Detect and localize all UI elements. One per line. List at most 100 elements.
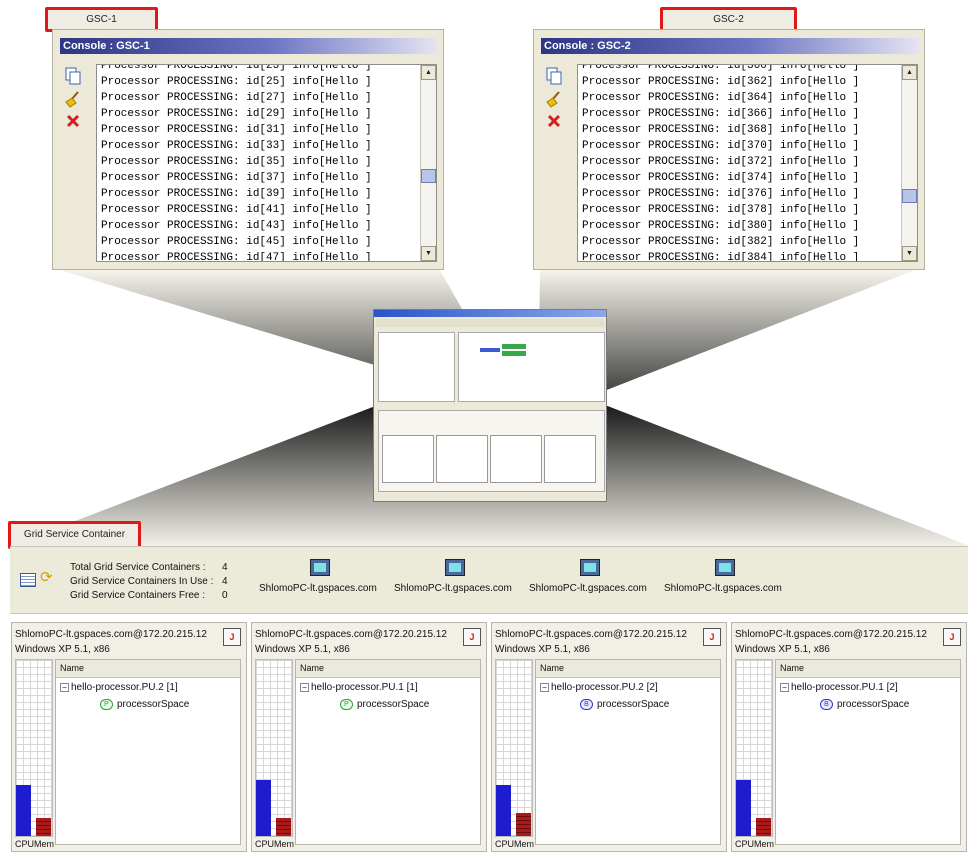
computer-icon[interactable] <box>715 559 735 576</box>
computer-icon[interactable] <box>580 559 600 576</box>
gsc-card[interactable]: ShlomoPC-lt.gspaces.com@172.20.215.12 Wi… <box>11 622 247 852</box>
free-gsc-label: Grid Service Containers Free : <box>70 590 206 601</box>
java-icon: J <box>943 628 961 646</box>
console-line: Processor PROCESSING: id[45] info[Hello … <box>101 236 372 248</box>
scroll-up-button[interactable]: ▲ <box>902 65 917 80</box>
card-os: Windows XP 5.1, x86 <box>255 644 350 655</box>
meter-label: CPUMem <box>495 839 535 849</box>
cpu-bar <box>496 785 511 836</box>
meter-label: CPUMem <box>735 839 775 849</box>
total-gsc-value: 4 <box>222 562 228 573</box>
console-line: Processor PROCESSING: id[23] info[Hello … <box>101 64 372 72</box>
mem-bar <box>276 818 291 836</box>
vertical-scrollbar[interactable]: ▲ ▼ <box>901 65 917 261</box>
gsc-card[interactable]: ShlomoPC-lt.gspaces.com@172.20.215.12 Wi… <box>731 622 967 852</box>
console-output[interactable]: Processor PROCESSING: id[360] info[Hello… <box>577 64 918 262</box>
console-line: Processor PROCESSING: id[372] info[Hello… <box>582 156 860 168</box>
console-line: Processor PROCESSING: id[384] info[Hello… <box>582 252 860 262</box>
host-label[interactable]: ShlomoPC-lt.gspaces.com <box>664 583 782 594</box>
copy-icon[interactable] <box>545 67 563 85</box>
host-label[interactable]: ShlomoPC-lt.gspaces.com <box>394 583 512 594</box>
copy-icon[interactable] <box>64 67 82 85</box>
pu-label: hello-processor.PU.2 [2] <box>551 682 658 693</box>
pu-tree: Name − hello-processor.PU.1 [2] Bprocesso… <box>775 659 961 845</box>
collapse-icon[interactable]: − <box>300 682 309 692</box>
console-window-gsc-2: Console : GSC-2 Processor PROCESSING: id… <box>533 29 925 270</box>
console-line: Processor PROCESSING: id[41] info[Hello … <box>101 204 372 216</box>
java-icon: J <box>463 628 481 646</box>
console-line: Processor PROCESSING: id[33] info[Hello … <box>101 140 372 152</box>
console-title: Console : GSC-1 <box>60 38 438 54</box>
overview-thumbnail <box>373 309 607 502</box>
tree-column-header: Name <box>536 660 720 678</box>
thumbnail-card <box>436 435 488 483</box>
tree-row-pu[interactable]: − hello-processor.PU.2 [2] <box>540 682 658 693</box>
cpu-mem-meter <box>495 659 533 837</box>
console-line: Processor PROCESSING: id[360] info[Hello… <box>582 64 860 72</box>
broom-icon[interactable] <box>64 90 82 108</box>
java-icon: J <box>223 628 241 646</box>
console-line: Processor PROCESSING: id[376] info[Hello… <box>582 188 860 200</box>
console-title: Console : GSC-2 <box>541 38 919 54</box>
scroll-down-button[interactable]: ▼ <box>421 246 436 261</box>
thumbnail-node <box>502 344 526 349</box>
host-label[interactable]: ShlomoPC-lt.gspaces.com <box>259 583 377 594</box>
gsc-card[interactable]: ShlomoPC-lt.gspaces.com@172.20.215.12 Wi… <box>251 622 487 852</box>
tree-row-space[interactable]: PprocessorSpace <box>340 699 429 710</box>
computer-icon[interactable] <box>310 559 330 576</box>
scroll-thumb[interactable] <box>421 169 436 183</box>
computer-icon[interactable] <box>445 559 465 576</box>
space-icon: B <box>580 699 593 710</box>
inuse-gsc-label: Grid Service Containers In Use : <box>70 576 214 587</box>
space-label: processorSpace <box>117 699 190 711</box>
free-gsc-value: 0 <box>222 590 228 601</box>
vertical-scrollbar[interactable]: ▲ ▼ <box>420 65 436 261</box>
gsc-card[interactable]: ShlomoPC-lt.gspaces.com@172.20.215.12 Wi… <box>491 622 727 852</box>
console-lines: Processor PROCESSING: id[360] info[Hello… <box>578 64 917 262</box>
console-line: Processor PROCESSING: id[370] info[Hello… <box>582 140 860 152</box>
thumbnail-titlebar <box>374 310 606 317</box>
tab-grid-service-container[interactable]: Grid Service Container <box>8 521 141 549</box>
tree-row-space[interactable]: BprocessorSpace <box>580 699 669 710</box>
console-lines: Processor PROCESSING: id[23] info[Hello … <box>97 64 436 261</box>
space-icon: P <box>100 699 113 710</box>
mem-bar <box>516 813 531 836</box>
host-label[interactable]: ShlomoPC-lt.gspaces.com <box>529 583 647 594</box>
gsc-summary-panel: ⟳ Total Grid Service Containers : 4 Grid… <box>10 546 968 614</box>
card-host: ShlomoPC-lt.gspaces.com@172.20.215.12 <box>495 629 687 640</box>
table-view-icon[interactable] <box>20 573 36 587</box>
tree-row-pu[interactable]: − hello-processor.PU.1 [2] <box>780 682 898 693</box>
card-host: ShlomoPC-lt.gspaces.com@172.20.215.12 <box>255 629 447 640</box>
refresh-icon[interactable]: ⟳ <box>40 570 53 586</box>
space-icon: P <box>340 699 353 710</box>
thumbnail-card <box>382 435 434 483</box>
space-label: processorSpace <box>597 699 670 711</box>
collapse-icon[interactable]: − <box>780 682 789 692</box>
collapse-icon[interactable]: − <box>540 682 549 692</box>
tree-row-space[interactable]: BprocessorSpace <box>820 699 909 710</box>
scroll-down-button[interactable]: ▼ <box>902 246 917 261</box>
console-line: Processor PROCESSING: id[378] info[Hello… <box>582 204 860 216</box>
space-icon: B <box>820 699 833 710</box>
console-output[interactable]: Processor PROCESSING: id[23] info[Hello … <box>96 64 437 262</box>
tree-row-pu[interactable]: − hello-processor.PU.1 [1] <box>300 682 418 693</box>
scroll-thumb[interactable] <box>902 189 917 203</box>
console-line: Processor PROCESSING: id[366] info[Hello… <box>582 108 860 120</box>
console-line: Processor PROCESSING: id[362] info[Hello… <box>582 76 860 88</box>
pu-label: hello-processor.PU.1 [1] <box>311 682 418 693</box>
pu-tree: Name − hello-processor.PU.2 [1] Pprocesso… <box>55 659 241 845</box>
close-icon[interactable] <box>64 112 82 130</box>
console-window-gsc-1: Console : GSC-1 Processor PROCESSING: id… <box>52 29 444 270</box>
mem-bar <box>756 818 771 836</box>
tree-row-space[interactable]: PprocessorSpace <box>100 699 189 710</box>
scroll-up-button[interactable]: ▲ <box>421 65 436 80</box>
console-line: Processor PROCESSING: id[382] info[Hello… <box>582 236 860 248</box>
close-icon[interactable] <box>545 112 563 130</box>
tree-column-header: Name <box>56 660 240 678</box>
tree-row-pu[interactable]: − hello-processor.PU.2 [1] <box>60 682 178 693</box>
thumbnail-card <box>490 435 542 483</box>
broom-icon[interactable] <box>545 90 563 108</box>
collapse-icon[interactable]: − <box>60 682 69 692</box>
console-line: Processor PROCESSING: id[43] info[Hello … <box>101 220 372 232</box>
console-line: Processor PROCESSING: id[37] info[Hello … <box>101 172 372 184</box>
